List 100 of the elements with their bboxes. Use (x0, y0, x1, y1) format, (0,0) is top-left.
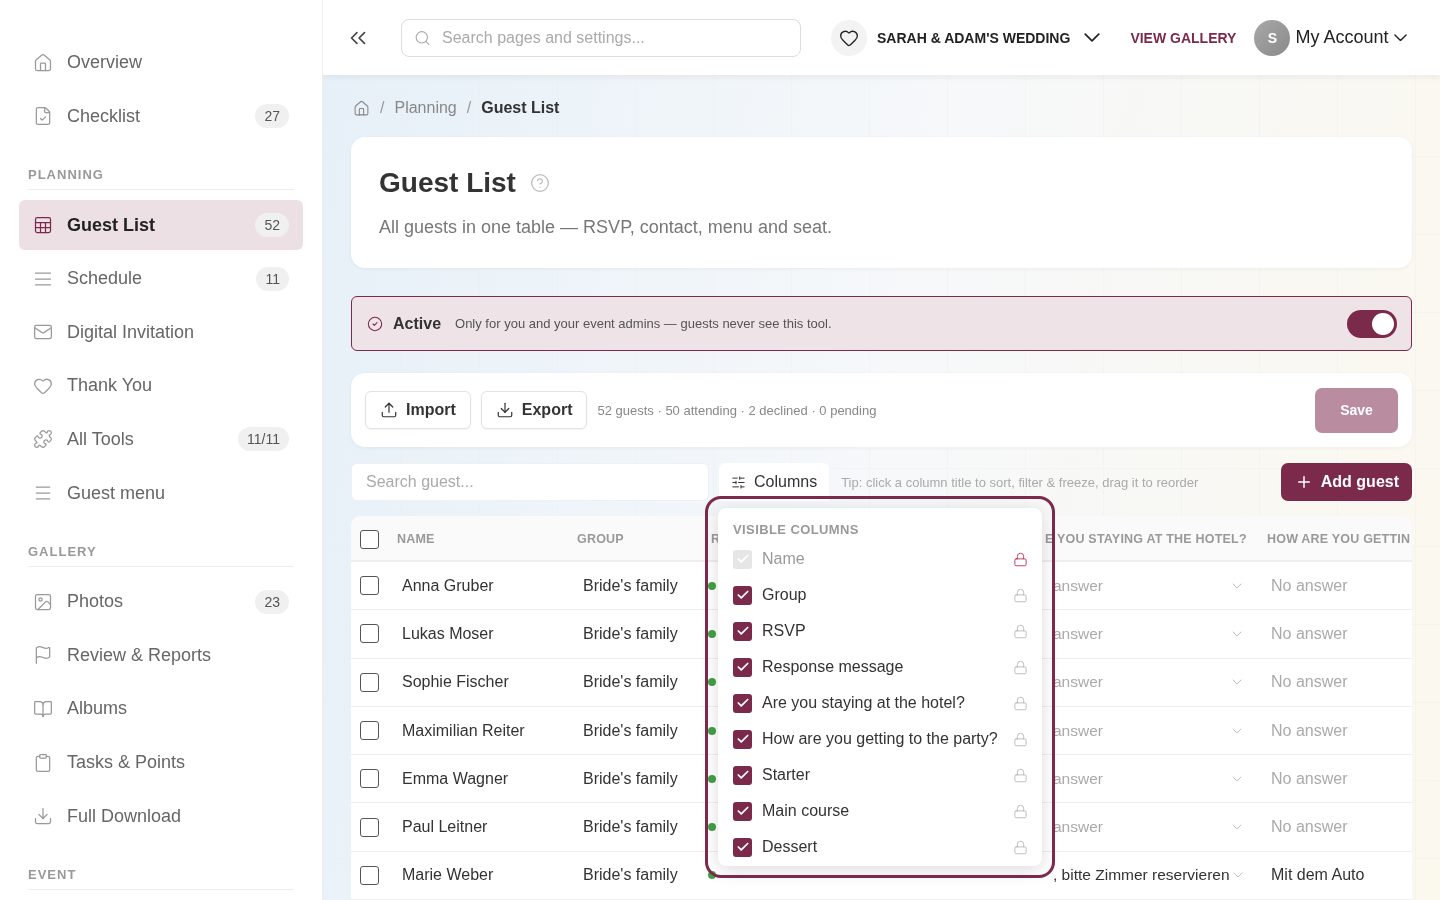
count-badge: 27 (255, 104, 289, 129)
add-guest-button[interactable]: Add guest (1280, 463, 1412, 501)
column-option-label[interactable]: Starter (762, 766, 810, 784)
table-cell-text: No answer (1270, 721, 1349, 740)
home-icon[interactable] (353, 99, 370, 117)
count-badge: 52 (255, 213, 289, 237)
sidebar-item[interactable]: Photos 23 (19, 576, 303, 627)
sidebar-item[interactable]: Guest menu (19, 468, 303, 518)
row-checkbox[interactable] (360, 672, 379, 692)
sidebar-item[interactable]: Overview (19, 38, 303, 88)
page-title: Guest List (379, 167, 516, 199)
event-selector[interactable]: SARAH & ADAM'S WEDDING (877, 29, 1101, 46)
sidebar-item[interactable]: Tasks & Points (19, 737, 303, 788)
document-check-icon (33, 106, 53, 127)
check-icon (735, 804, 750, 818)
breadcrumb-separator: / (380, 99, 385, 117)
sidebar-item[interactable]: Review & Reports (19, 630, 303, 681)
row-checkbox[interactable] (360, 624, 379, 644)
section-heading: PLANNING (28, 167, 105, 185)
table-cell-text: Marie Weber (401, 866, 495, 885)
column-option-label[interactable]: Main course (762, 802, 850, 820)
export-button[interactable]: Export (480, 391, 588, 429)
sidebar-item[interactable]: Albums (19, 684, 303, 734)
table-cell-text: Bride's family (582, 769, 679, 788)
check-icon (735, 768, 750, 782)
check-icon (735, 624, 750, 638)
column-option-label[interactable]: How are you getting to the party? (762, 730, 998, 748)
sidebar-item[interactable]: Guest List 52 (19, 200, 303, 250)
clipboard-icon (33, 752, 53, 773)
check-icon (735, 588, 750, 602)
table-cell-text: No answer (1270, 818, 1349, 837)
guest-search-field[interactable]: Search guest... (351, 463, 709, 501)
download-icon (495, 401, 514, 419)
upload-icon (380, 401, 398, 419)
table-cell-text: Anna Gruber (401, 576, 495, 595)
table-cell: , bitte Zimmer reservieren (1053, 866, 1230, 885)
table-cell-text: No answer (1270, 769, 1349, 788)
puzzle-icon (33, 429, 53, 450)
guest-stats: 52 guests · 50 attending · 2 declined · 0 pending (597, 402, 877, 418)
sidebar-item[interactable]: Full Download (19, 791, 303, 841)
row-checkbox[interactable] (360, 817, 379, 837)
table-cell-text: No answer (1270, 576, 1349, 595)
download-icon (33, 806, 53, 827)
column-checkbox[interactable] (733, 657, 752, 677)
column-checkbox[interactable] (733, 693, 752, 713)
table-cell-text: Bride's family (582, 673, 679, 692)
table-cell: answer (1053, 576, 1103, 595)
page-subtitle: All guests in one table — RSVP, contact, menu and seat. (379, 217, 833, 238)
active-toggle[interactable] (1347, 309, 1397, 338)
row-checkbox[interactable] (360, 769, 379, 789)
column-checkbox[interactable] (733, 765, 752, 785)
column-checkbox[interactable] (733, 585, 752, 605)
row-checkbox[interactable] (360, 576, 379, 596)
table-cell-text: Bride's family (582, 576, 679, 595)
chevron-icon (1394, 33, 1408, 42)
columns-button[interactable]: Columns (719, 463, 830, 501)
sidebar-item[interactable]: Digital Invitation (19, 307, 303, 358)
image-icon (33, 591, 53, 612)
check-circle-icon (367, 315, 383, 332)
search-field[interactable]: Search pages and settings... (401, 18, 801, 57)
sidebar-item[interactable]: Checklist 27 (19, 91, 303, 142)
sidebar-item[interactable]: Thank You (19, 361, 303, 411)
home-icon (33, 52, 53, 73)
select-all-checkbox[interactable] (360, 529, 379, 549)
check-icon (735, 552, 750, 566)
column-option-label[interactable]: RSVP (762, 622, 806, 640)
table-cell-text: No answer (1270, 673, 1349, 692)
table-cell-text: Maximilian Reiter (401, 721, 526, 740)
view-gallery-link[interactable]: VIEW GALLERY (1130, 29, 1237, 46)
table-cell-text: Mit dem Auto (1270, 866, 1366, 885)
table-icon (33, 215, 53, 235)
book-icon (33, 698, 53, 719)
column-option-label[interactable]: Group (762, 586, 807, 604)
chevron-icon (1084, 33, 1101, 42)
column-checkbox[interactable] (733, 801, 752, 821)
breadcrumb-link[interactable]: Guest List (481, 99, 560, 117)
column-option-label[interactable]: Are you staying at the hotel? (762, 694, 965, 712)
table-cell-text: No answer (1270, 624, 1349, 643)
column-option-label[interactable]: Response message (762, 658, 904, 676)
table-cell-text: Emma Wagner (401, 769, 510, 788)
column-checkbox[interactable] (733, 549, 752, 569)
column-checkbox[interactable] (733, 837, 752, 857)
flag-icon (33, 645, 53, 666)
account-menu-button[interactable]: My Account (1295, 27, 1408, 48)
count-badge: 11/11 (238, 427, 289, 452)
table-cell-text: Sophie Fischer (401, 673, 510, 692)
table-cell-text: Bride's family (582, 866, 679, 885)
sidebar-item[interactable]: All Tools 11/11 (19, 414, 303, 465)
row-checkbox[interactable] (360, 721, 379, 741)
search-icon (414, 29, 431, 46)
column-checkbox[interactable] (733, 729, 752, 749)
table-cell-text: Paul Leitner (401, 818, 489, 837)
column-option-label[interactable]: Dessert (762, 838, 818, 856)
sidebar-item[interactable]: Schedule 11 (19, 253, 303, 304)
column-checkbox[interactable] (733, 621, 752, 641)
table-cell: answer (1053, 769, 1103, 788)
import-button[interactable]: Import (365, 391, 471, 429)
row-checkbox[interactable] (360, 865, 379, 885)
count-badge: 11 (256, 266, 289, 291)
table-cell-text: Bride's family (582, 624, 679, 643)
